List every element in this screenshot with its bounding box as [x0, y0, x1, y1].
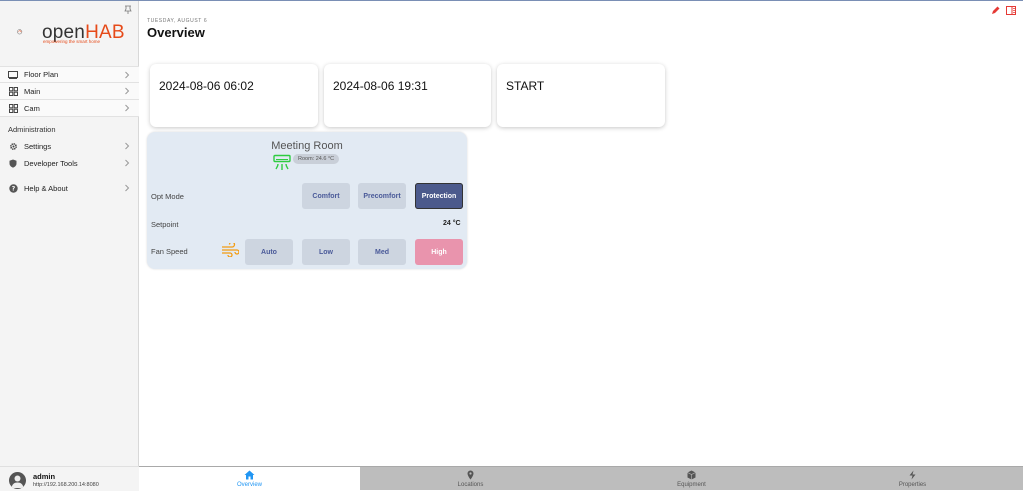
precomfort-button[interactable]: Precomfort — [358, 183, 406, 209]
status-card[interactable]: START — [497, 64, 665, 127]
top-border — [0, 0, 1023, 1]
floorplan-icon — [8, 70, 18, 79]
tab-label: Locations — [457, 482, 484, 488]
grid-icon — [8, 86, 18, 96]
logo-tagline: empowering the smart home — [43, 39, 101, 44]
chevron-right-icon — [125, 159, 130, 167]
card-value: 2024-08-06 19:31 — [333, 79, 428, 93]
chevron-right-icon — [125, 184, 130, 192]
help-icon: ? — [8, 184, 18, 193]
tab-label: Equipment — [677, 482, 706, 488]
opt-mode-label: Opt Mode — [151, 192, 184, 201]
card-value: START — [506, 79, 545, 93]
chevron-right-icon — [125, 71, 130, 79]
administration-heading: Administration — [8, 125, 56, 134]
home-icon — [244, 470, 255, 480]
protection-button[interactable]: Protection — [415, 183, 463, 209]
tab-overview[interactable]: Overview — [139, 467, 360, 491]
sunrise-time-card[interactable]: 2024-08-06 06:02 — [150, 64, 318, 127]
sidebar-item-label: Help & About — [24, 184, 68, 193]
sidebar-admin: Settings Developer Tools ? Help & About — [0, 138, 139, 197]
wind-icon — [222, 243, 239, 257]
fan-med-button[interactable]: Med — [358, 239, 406, 265]
meeting-room-widget: Meeting Room Room: 24.6 °C Opt Mode Comf… — [147, 132, 467, 269]
fan-speed-label: Fan Speed — [151, 247, 188, 256]
room-temperature-badge: Room: 24.6 °C — [293, 154, 340, 164]
setpoint-label: Setpoint — [151, 220, 179, 229]
chevron-right-icon — [125, 104, 130, 112]
edit-icon[interactable] — [991, 6, 1000, 15]
sidebar: openHAB empowering the smart home Floor … — [0, 1, 139, 491]
air-conditioner-icon — [273, 154, 291, 170]
sidebar-item-label: Developer Tools — [24, 159, 78, 168]
page-title: Overview — [147, 25, 205, 40]
fan-low-button[interactable]: Low — [302, 239, 350, 265]
tab-locations[interactable]: Locations — [360, 467, 581, 491]
user-name: admin — [33, 472, 56, 481]
bottom-tabbar: Overview Locations Equipment Properties — [139, 466, 1023, 491]
sidebar-item-floor-plan[interactable]: Floor Plan — [0, 66, 139, 83]
shield-icon — [8, 159, 18, 168]
fan-auto-button[interactable]: Auto — [245, 239, 293, 265]
side-panel-icon[interactable] — [1006, 6, 1016, 15]
tab-equipment[interactable]: Equipment — [581, 467, 802, 491]
server-url: http://192.168.200.14:8080 — [33, 482, 99, 488]
room-title: Meeting Room — [271, 140, 343, 152]
svg-text:?: ? — [11, 186, 15, 193]
sidebar-item-label: Main — [24, 86, 41, 96]
tab-properties[interactable]: Properties — [802, 467, 1023, 491]
grid-icon — [8, 103, 18, 113]
sidebar-item-help-about[interactable]: ? Help & About — [0, 180, 139, 197]
sidebar-pages: Floor Plan Main Cam — [0, 66, 139, 117]
user-icon — [11, 475, 24, 488]
tab-label: Overview — [236, 482, 262, 488]
sidebar-item-main[interactable]: Main — [0, 83, 139, 100]
location-pin-icon — [467, 470, 474, 480]
gear-icon — [8, 142, 18, 151]
sidebar-item-cam[interactable]: Cam — [0, 100, 139, 117]
chevron-right-icon — [125, 142, 130, 150]
setpoint-value: 24 °C — [443, 220, 461, 227]
user-panel[interactable]: admin http://192.168.200.14:8080 — [0, 466, 139, 491]
pin-icon[interactable] — [124, 5, 132, 14]
sunset-time-card[interactable]: 2024-08-06 19:31 — [324, 64, 491, 127]
sidebar-item-label: Floor Plan — [24, 70, 59, 79]
sidebar-item-label: Cam — [24, 103, 40, 113]
bolt-icon — [909, 470, 916, 480]
sidebar-item-label: Settings — [24, 142, 52, 151]
date-label: TUESDAY, AUGUST 6 — [147, 18, 208, 24]
avatar — [9, 472, 26, 489]
sidebar-item-developer-tools[interactable]: Developer Tools — [0, 155, 139, 172]
sidebar-item-settings[interactable]: Settings — [0, 138, 139, 155]
openhab-logo-icon — [17, 29, 23, 35]
comfort-button[interactable]: Comfort — [302, 183, 350, 209]
cube-icon — [687, 470, 696, 480]
fan-high-button[interactable]: High — [415, 239, 463, 265]
card-value: 2024-08-06 06:02 — [159, 79, 254, 93]
tab-label: Properties — [898, 482, 927, 488]
chevron-right-icon — [125, 87, 130, 95]
